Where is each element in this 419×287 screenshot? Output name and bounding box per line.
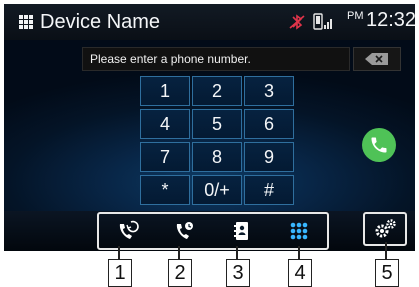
gears-icon — [375, 219, 396, 238]
keypad-button[interactable] — [279, 217, 319, 245]
callout-3: 3 — [226, 259, 250, 287]
phone-signal-icon — [313, 13, 332, 30]
key-2[interactable]: 2 — [192, 76, 242, 106]
callout-leader-5 — [385, 242, 387, 259]
grid-menu-icon[interactable] — [19, 15, 33, 29]
dial-icon — [176, 222, 193, 239]
clock: 12:32 — [366, 9, 415, 31]
key-0-plus[interactable]: 0/+ — [192, 175, 242, 205]
phone-number-field[interactable]: Please enter a phone number. — [82, 47, 350, 71]
phone-call-icon — [371, 137, 387, 153]
keypad-icon — [290, 222, 307, 240]
key-1[interactable]: 1 — [140, 76, 190, 106]
callout-2: 2 — [168, 259, 192, 287]
callout-1: 1 — [108, 259, 132, 287]
key-4[interactable]: 4 — [140, 109, 190, 139]
phonebook-button[interactable] — [222, 217, 262, 245]
callout-5: 5 — [375, 259, 399, 287]
backspace-button[interactable] — [353, 47, 401, 71]
key-6[interactable]: 6 — [244, 109, 294, 139]
callout-leader-2 — [178, 246, 180, 259]
function-bar — [97, 212, 329, 250]
call-button[interactable] — [362, 128, 396, 162]
key-star[interactable]: * — [140, 175, 190, 205]
callout-4: 4 — [288, 259, 312, 287]
dial-keypad: 1 2 3 4 5 6 7 8 9 * 0/+ # — [140, 76, 298, 208]
call-history-button[interactable] — [108, 217, 148, 245]
callout-leader-1 — [118, 246, 120, 259]
key-5[interactable]: 5 — [192, 109, 242, 139]
key-7[interactable]: 7 — [140, 142, 190, 172]
phonebook-icon — [233, 222, 248, 240]
bluetooth-muted-icon — [289, 14, 305, 30]
call-history-icon — [119, 220, 139, 239]
settings-button[interactable] — [363, 212, 407, 246]
device-name: Device Name — [40, 11, 161, 33]
key-9[interactable]: 9 — [244, 142, 294, 172]
callout-leader-3 — [236, 246, 238, 259]
callout-leader-4 — [298, 246, 300, 259]
ampm-indicator: PM — [347, 10, 364, 22]
backspace-icon — [365, 53, 388, 65]
dial-button[interactable] — [165, 217, 205, 245]
status-header: Device Name PM 12:32 — [4, 4, 415, 40]
phone-number-placeholder: Please enter a phone number. — [90, 52, 251, 66]
key-hash[interactable]: # — [244, 175, 294, 205]
key-8[interactable]: 8 — [192, 142, 242, 172]
key-3[interactable]: 3 — [244, 76, 294, 106]
